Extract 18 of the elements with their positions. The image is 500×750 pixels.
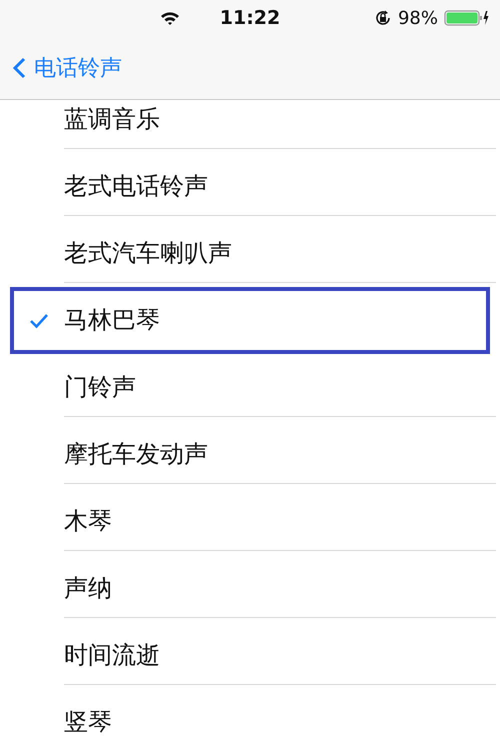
ringtone-item[interactable]: 门铃声 [0,354,500,421]
ringtone-item[interactable]: 时间流逝 [0,622,500,689]
ringtone-item[interactable]: 摩托车发动声 [0,421,500,488]
ringtone-item[interactable]: 马林巴琴 [10,287,490,354]
checkmark-icon [29,312,49,328]
clock-time: 11:22 [218,7,282,29]
ringtone-item[interactable]: 木琴 [0,488,500,555]
chevron-left-icon [12,57,26,79]
ringtone-item[interactable]: 声纳 [0,555,500,622]
ringtone-item[interactable]: 老式汽车喇叭声 [0,220,500,287]
battery-charging-icon [444,9,490,27]
rotation-lock-icon [374,9,392,27]
battery-percentage: 98% [398,8,438,28]
wifi-icon [160,10,180,26]
ringtone-item[interactable]: 蓝调音乐 [0,86,500,153]
back-button[interactable]: 电话铃声 [12,53,122,83]
ringtone-item[interactable]: 竖琴 [0,689,500,750]
ringtone-item[interactable]: 老式电话铃声 [0,153,500,220]
